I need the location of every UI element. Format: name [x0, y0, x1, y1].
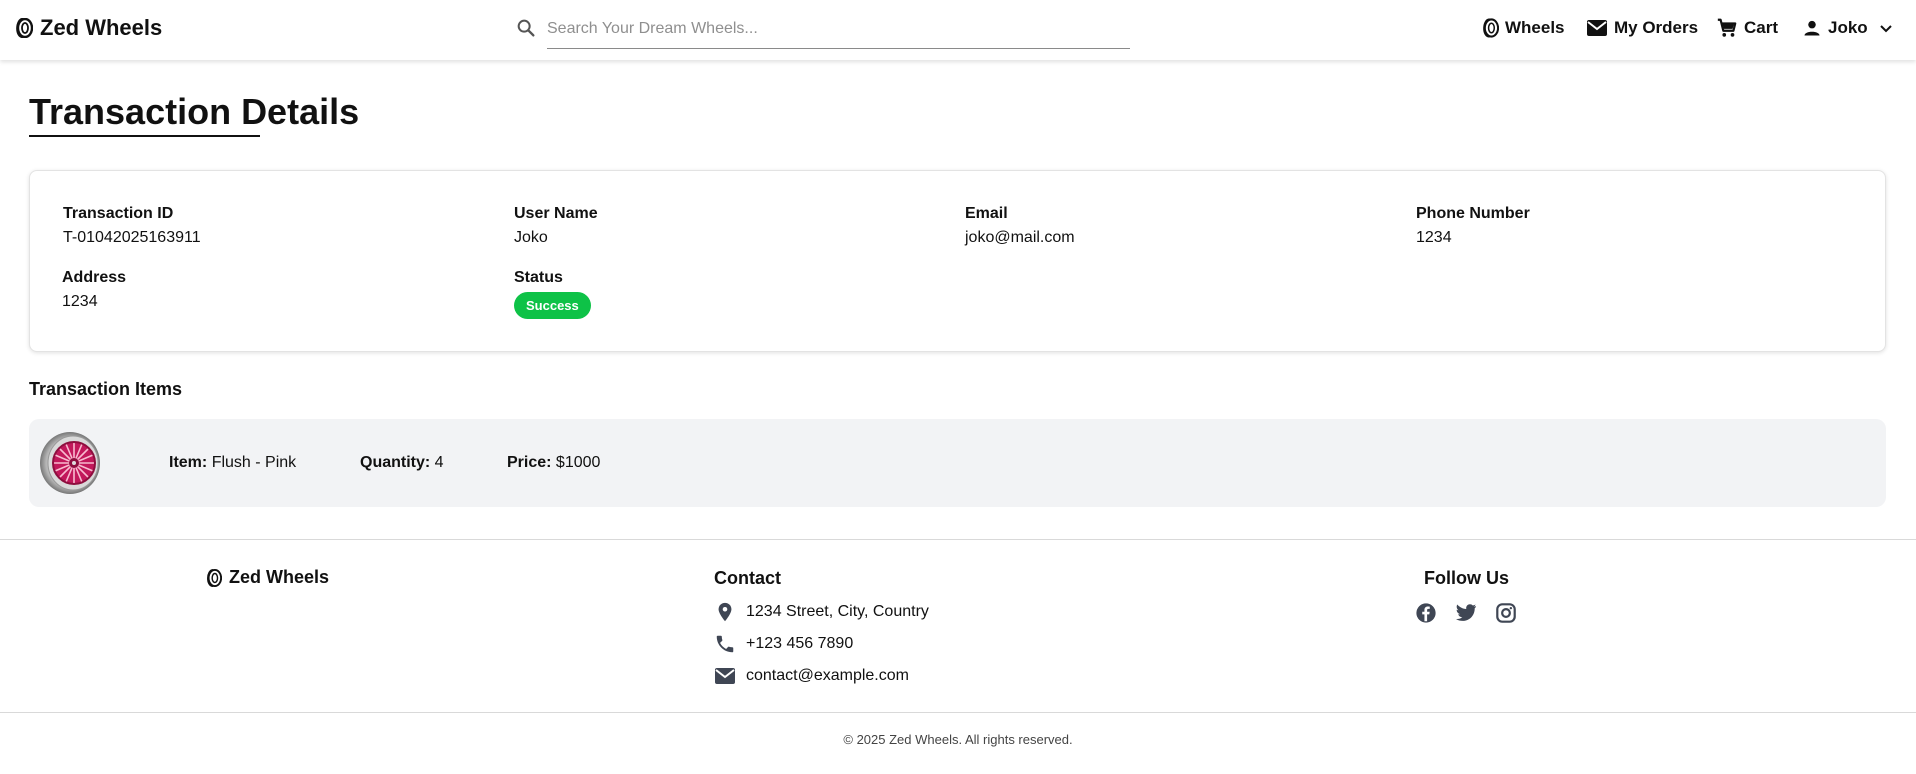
- nav-wheels-label: Wheels: [1505, 18, 1565, 37]
- page-title: Transaction Details: [29, 91, 360, 132]
- footer-phone-text: +123 456 7890: [746, 635, 854, 652]
- footer-follow-heading: Follow Us: [1424, 568, 1509, 588]
- transaction-item-row: Item: Flush - Pink Quantity: 4 Price: $1…: [29, 419, 1886, 507]
- footer-address: 1234 Street, City, Country: [714, 600, 929, 624]
- brand-name: Zed Wheels: [40, 15, 163, 40]
- status-badge: Success: [514, 292, 591, 319]
- chevron-down-icon: [1879, 25, 1892, 33]
- tire-icon: [1483, 18, 1499, 38]
- tire-icon: [16, 18, 33, 38]
- user-name-label: User Name: [514, 205, 598, 222]
- footer-brand[interactable]: Zed Wheels: [205, 567, 329, 588]
- nav-my-orders-link[interactable]: My Orders: [1586, 16, 1698, 40]
- footer-email-text: contact@example.com: [746, 667, 909, 684]
- footer-phone: +123 456 7890: [714, 632, 853, 656]
- tire-icon: [207, 568, 222, 587]
- facebook-icon: [1416, 603, 1436, 623]
- address-value: 1234: [62, 293, 98, 310]
- user-name-field: User Name Joko: [514, 205, 598, 247]
- status-label: Status: [514, 269, 563, 286]
- item-name-value: Flush - Pink: [211, 454, 297, 471]
- mail-icon: [1587, 20, 1607, 36]
- user-name-label: Joko: [1828, 18, 1868, 37]
- footer-email: contact@example.com: [714, 664, 909, 688]
- address-label: Address: [62, 269, 127, 286]
- email-label: Email: [965, 205, 1008, 222]
- nav-my-orders-label: My Orders: [1614, 18, 1699, 37]
- address-field: Address 1234: [62, 269, 126, 311]
- search-input[interactable]: [547, 12, 1130, 49]
- top-navbar: Zed Wheels Wheels My Orders Cart: [0, 0, 1916, 60]
- transaction-items-heading: Transaction Items: [29, 379, 183, 399]
- facebook-link[interactable]: [1413, 600, 1439, 626]
- transaction-id-label: Transaction ID: [63, 205, 174, 222]
- phone-label: Phone Number: [1416, 205, 1530, 222]
- item-price-label: Price:: [507, 454, 552, 471]
- brand-logo-link[interactable]: Zed Wheels: [14, 15, 162, 41]
- nav-cart-label: Cart: [1744, 18, 1779, 37]
- item-name-field: Item: Flush - Pink: [169, 454, 296, 472]
- phone-field: Phone Number 1234: [1416, 205, 1530, 247]
- user-menu-button[interactable]: Joko: [1802, 16, 1894, 40]
- item-price-field: Price: $1000: [507, 454, 600, 472]
- copyright-text: © 2025 Zed Wheels. All rights reserved.: [843, 732, 1073, 747]
- twitter-icon: [1456, 604, 1477, 621]
- status-field: Status Success: [514, 269, 591, 319]
- nav-wheels-link[interactable]: Wheels: [1481, 16, 1565, 40]
- search-icon: [517, 19, 535, 37]
- item-quantity-field: Quantity: 4: [360, 454, 444, 472]
- user-name-value: Joko: [514, 229, 548, 246]
- shopping-cart-icon: [1717, 18, 1737, 37]
- location-pin-icon: [718, 602, 732, 622]
- title-underline: [29, 135, 260, 137]
- footer-divider: [0, 539, 1916, 540]
- phone-value: 1234: [1416, 229, 1452, 246]
- transaction-id-field: Transaction ID T-01042025163911: [63, 205, 201, 247]
- footer-contact-heading: Contact: [714, 568, 781, 588]
- footer-address-text: 1234 Street, City, Country: [746, 603, 929, 620]
- search-bar: [515, 12, 1130, 49]
- email-value: joko@mail.com: [965, 229, 1075, 246]
- nav-cart-link[interactable]: Cart: [1716, 16, 1778, 40]
- transaction-details-card: Transaction ID T-01042025163911 User Nam…: [29, 170, 1886, 352]
- copyright-divider: [0, 712, 1916, 713]
- footer-brand-name: Zed Wheels: [229, 567, 330, 587]
- item-name-label: Item:: [169, 454, 208, 471]
- twitter-link[interactable]: [1453, 600, 1479, 626]
- email-field: Email joko@mail.com: [965, 205, 1075, 247]
- transaction-id-value: T-01042025163911: [63, 229, 201, 246]
- item-quantity-value: 4: [434, 454, 444, 471]
- instagram-icon: [1496, 603, 1516, 623]
- item-quantity-label: Quantity:: [360, 454, 431, 471]
- item-price-value: $1000: [555, 454, 601, 471]
- phone-icon: [716, 635, 734, 653]
- pink-wheel-image: [40, 432, 100, 494]
- instagram-link[interactable]: [1493, 600, 1519, 626]
- user-icon: [1804, 20, 1820, 36]
- mail-icon: [715, 668, 735, 684]
